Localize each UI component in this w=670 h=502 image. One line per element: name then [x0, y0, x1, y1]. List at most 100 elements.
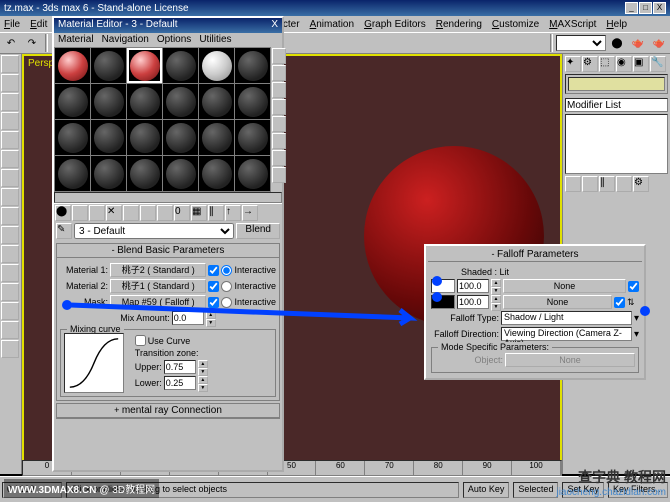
tab-panel-6[interactable] — [1, 150, 19, 168]
sample-slot-15[interactable] — [127, 120, 162, 155]
sample-slot-9[interactable] — [127, 84, 162, 119]
video-check-button[interactable] — [272, 116, 286, 132]
sample-uv-button[interactable] — [272, 99, 286, 115]
sample-slot-11[interactable] — [199, 84, 234, 119]
sample-slot-6[interactable] — [235, 48, 270, 83]
select-by-mat-button[interactable] — [272, 167, 286, 183]
motion-tab[interactable]: ◉ — [616, 56, 632, 72]
options-button[interactable] — [272, 150, 286, 166]
mask-enable-check[interactable] — [208, 297, 219, 308]
configure-sets-button[interactable]: ⚙ — [633, 176, 649, 192]
sample-slot-1[interactable] — [55, 48, 90, 83]
material2-interactive-radio[interactable] — [221, 281, 232, 292]
dropdown-icon[interactable]: ▾ — [634, 313, 639, 324]
put-to-library-button[interactable] — [157, 205, 173, 221]
falloff-type-select[interactable]: Shadow / Light — [501, 311, 632, 325]
display-tab[interactable]: ▣ — [633, 56, 649, 72]
show-end-result-mat-button[interactable]: ∥ — [208, 205, 224, 221]
tab-panel-13[interactable] — [1, 283, 19, 301]
minimize-button[interactable]: _ — [625, 2, 638, 14]
material1-button[interactable]: 桃子2 ( Standard ) — [110, 263, 206, 277]
upper-spinbtns[interactable]: ▲▼ — [198, 360, 208, 374]
tab-panel-5[interactable] — [1, 131, 19, 149]
menu-animation[interactable]: Animation — [310, 19, 354, 30]
type-button[interactable]: Blend — [236, 223, 280, 239]
sample-slot-17[interactable] — [199, 120, 234, 155]
close-button[interactable]: X — [653, 2, 666, 14]
sample-slot-8[interactable] — [91, 84, 126, 119]
sample-slot-21[interactable] — [127, 156, 162, 191]
modify-tab[interactable]: ⚙ — [582, 56, 598, 72]
background-button[interactable] — [272, 82, 286, 98]
show-map-button[interactable]: ▦ — [191, 205, 207, 221]
selected-filter[interactable]: Selected — [513, 482, 558, 498]
make-preview-button[interactable] — [272, 133, 286, 149]
sample-slot-4[interactable] — [163, 48, 198, 83]
mix-amount-spinbtns[interactable]: ▲▼ — [206, 311, 216, 325]
go-parent-button[interactable]: ↑ — [225, 205, 241, 221]
use-curve-check[interactable] — [135, 335, 146, 346]
tab-panel-4[interactable] — [1, 112, 19, 130]
map1-button[interactable]: None — [503, 279, 626, 293]
sample-slot-19[interactable] — [55, 156, 90, 191]
menu-customize[interactable]: Customize — [492, 19, 539, 30]
material2-enable-check[interactable] — [208, 281, 219, 292]
undo-button[interactable]: ↶ — [1, 34, 21, 52]
utilities-tab[interactable]: 🔧 — [650, 56, 666, 72]
put-to-scene-button[interactable] — [72, 205, 88, 221]
mental-ray-header[interactable]: + mental ray Connection — [57, 404, 279, 418]
maximize-button[interactable]: □ — [639, 2, 652, 14]
hierarchy-tab[interactable]: ⬚ — [599, 56, 615, 72]
dropdown-icon[interactable]: ▾ — [634, 329, 639, 340]
backlight-button[interactable] — [272, 65, 286, 81]
lower-spinbtns[interactable]: ▲▼ — [198, 376, 208, 390]
sample-slot-7[interactable] — [55, 84, 90, 119]
sample-slot-24[interactable] — [235, 156, 270, 191]
tab-panel-3[interactable] — [1, 93, 19, 111]
map1-check[interactable] — [628, 281, 639, 292]
mask-interactive-radio[interactable] — [221, 297, 232, 308]
redo-button[interactable]: ↷ — [22, 34, 42, 52]
menu-grapheditors[interactable]: Graph Editors — [364, 19, 426, 30]
material2-button[interactable]: 桃子1 ( Standard ) — [110, 279, 206, 293]
swap-button[interactable]: ⇅ — [627, 297, 639, 308]
tab-panel-8[interactable] — [1, 188, 19, 206]
tab-panel-16[interactable] — [1, 340, 19, 358]
tab-panel-9[interactable] — [1, 207, 19, 225]
material1-enable-check[interactable] — [208, 265, 219, 276]
assign-to-selection-button[interactable] — [89, 205, 105, 221]
mask-button[interactable]: Map #59 ( Falloff ) — [110, 295, 206, 309]
render-scene-button[interactable]: 🫖 — [628, 34, 648, 52]
pin-stack-button[interactable] — [565, 176, 581, 192]
ref-coord-system[interactable]: View — [556, 35, 606, 51]
mat-menu-material[interactable]: Material — [58, 34, 94, 46]
tab-panel-11[interactable] — [1, 245, 19, 263]
sample-slot-20[interactable] — [91, 156, 126, 191]
make-unique-mat-button[interactable] — [140, 205, 156, 221]
modifier-stack[interactable] — [565, 114, 668, 174]
sample-slot-10[interactable] — [163, 84, 198, 119]
sample-scrollbar[interactable] — [54, 192, 282, 203]
menu-rendering[interactable]: Rendering — [436, 19, 482, 30]
rollout-header[interactable]: - Blend Basic Parameters — [57, 244, 279, 258]
create-tab[interactable]: ✦ — [565, 56, 581, 72]
pick-button[interactable]: ✎ — [56, 223, 72, 239]
sample-slot-14[interactable] — [91, 120, 126, 155]
material-editor-button[interactable]: ⬤ — [607, 34, 627, 52]
menu-edit[interactable]: Edit — [30, 19, 47, 30]
mat-editor-titlebar[interactable]: Material Editor - 3 - Default X — [54, 18, 282, 33]
make-unique-button[interactable]: ∥ — [599, 176, 615, 192]
mat-menu-options[interactable]: Options — [157, 34, 191, 46]
get-material-button[interactable]: ⬤ — [55, 205, 71, 221]
tab-panel-14[interactable] — [1, 302, 19, 320]
sample-slot-16[interactable] — [163, 120, 198, 155]
sample-slot-5[interactable] — [199, 48, 234, 83]
mat-editor-close[interactable]: X — [271, 19, 278, 32]
material1-interactive-radio[interactable] — [221, 265, 232, 276]
val1-spinner[interactable] — [457, 279, 489, 293]
tab-panel-15[interactable] — [1, 321, 19, 339]
material-id-button[interactable]: 0 — [174, 205, 190, 221]
sample-slot-2[interactable] — [91, 48, 126, 83]
menu-maxscript[interactable]: MAXScript — [549, 19, 596, 30]
remove-modifier-button[interactable] — [616, 176, 632, 192]
